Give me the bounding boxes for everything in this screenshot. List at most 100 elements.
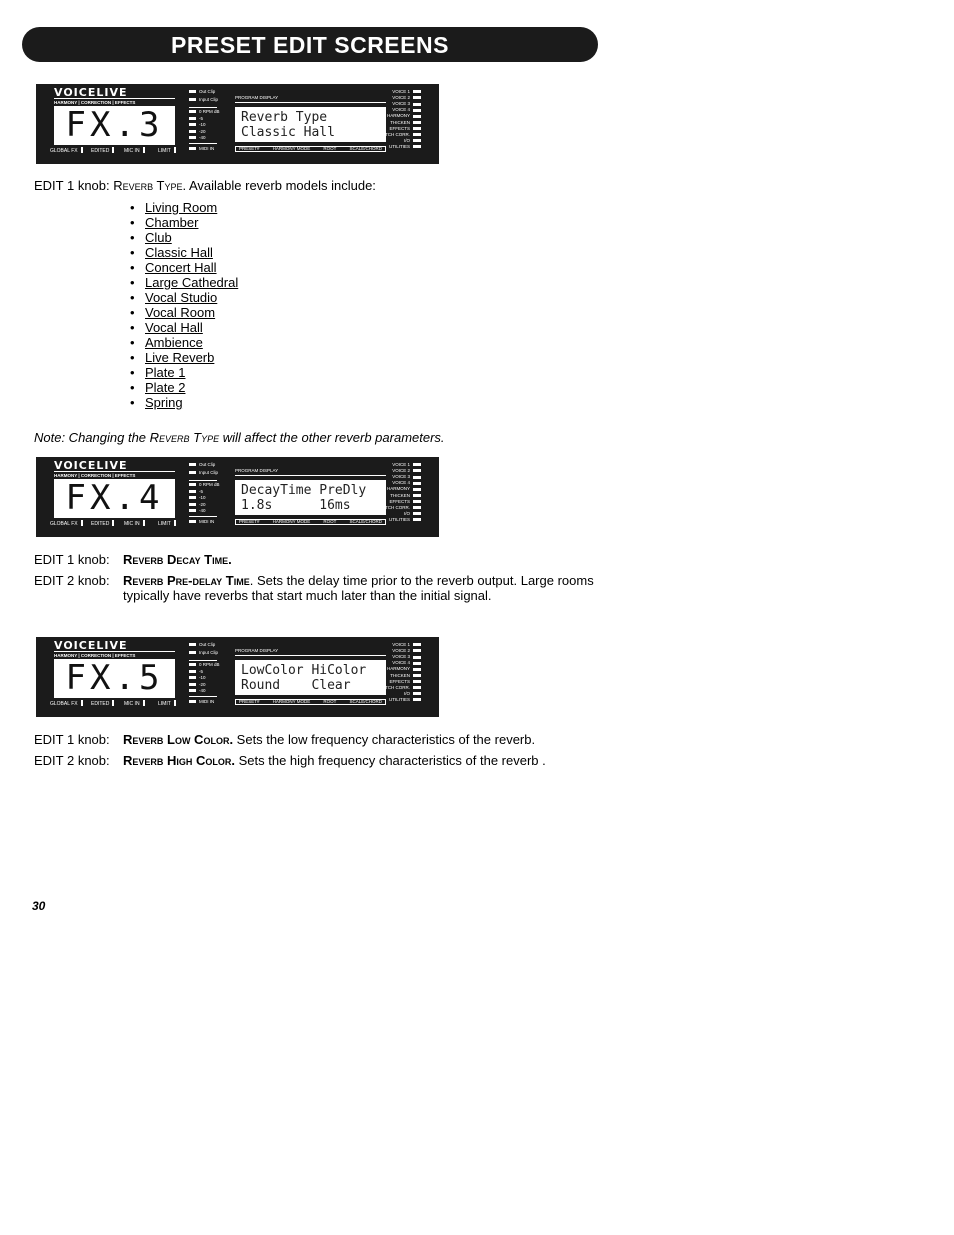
led: [189, 463, 196, 467]
lcd-display: Reverb Type Classic Hall: [235, 107, 386, 142]
reverb-model-name: Spring: [145, 395, 183, 410]
program-bar: PRESET# HARMONY MODE ROOT SCALE/CHORD: [235, 519, 386, 525]
led: [189, 676, 196, 680]
mode-label: EFFECTS: [389, 125, 410, 131]
reverb-model-item: • Chamber: [130, 215, 238, 230]
led: [189, 129, 196, 133]
meter-led: -10: [189, 122, 206, 127]
led: [413, 643, 421, 647]
led: [413, 692, 421, 696]
program-bar-label: HARMONY MODE: [272, 519, 311, 524]
lcd-line-2: Round Clear: [241, 678, 351, 693]
edit1-label: EDIT 1 knob:: [34, 732, 110, 747]
mode-label: VOICE 4: [392, 107, 410, 113]
reverb-model-name: Chamber: [145, 215, 199, 230]
reverb-model-name: Vocal Room: [145, 305, 216, 320]
indicator-led: [112, 520, 115, 526]
led: [189, 682, 196, 686]
mode-label: VOICE 1: [392, 642, 410, 647]
led: [413, 487, 421, 491]
led: [413, 686, 421, 689]
divider: [189, 143, 217, 144]
mode-label: THICKEN: [390, 672, 410, 678]
program-bar-label: ROOT: [323, 146, 337, 151]
midi-indicator: MIDI IN: [189, 519, 214, 524]
mode-indicator: HARMONY: [387, 666, 421, 671]
indicator-label: GLOBAL FX: [50, 520, 83, 527]
program-bar: PRESET# HARMONY MODE ROOT SCALE/CHORD: [235, 699, 386, 705]
mode-indicator: HARMONY: [387, 113, 421, 118]
bullet: •: [130, 365, 135, 380]
led-label: -40: [199, 688, 206, 693]
mode-indicator: THICKEN: [390, 493, 421, 498]
segment-display: FX.3: [54, 106, 175, 145]
meter-led: -20: [189, 502, 206, 507]
led: [189, 520, 196, 524]
led: [413, 469, 421, 473]
divider: [235, 475, 386, 476]
clip-indicator: Out Clip: [189, 642, 215, 647]
divider: [189, 660, 217, 661]
led-label: 0 RPM dB: [199, 482, 220, 487]
lcd-display: DecayTime PreDly 1.8s 16ms: [235, 480, 386, 515]
led: [189, 509, 196, 513]
divider: [189, 696, 217, 697]
indicator-text: MIC IN: [124, 148, 140, 154]
mode-indicator: UTILITIES: [389, 517, 421, 522]
mode-label: HARMONY: [386, 666, 410, 672]
led-label: Input Clip: [199, 650, 219, 655]
reverb-model-item: • Vocal Room: [130, 305, 238, 320]
bullet: •: [130, 305, 135, 320]
indicator-label: EDITED: [91, 147, 115, 154]
program-bar-label: PRESET#: [239, 146, 260, 151]
program-bar-label: PRESET#: [239, 699, 260, 704]
reverb-model-item: • Live Reverb: [130, 350, 238, 365]
program-display-label: PROGRAM DISPLAY: [235, 95, 279, 100]
mode-label: VOICE 2: [392, 95, 410, 101]
edit2-label: EDIT 2 knob:: [34, 573, 110, 588]
mode-indicator: UTILITIES: [389, 144, 421, 149]
led-label: -5: [199, 488, 204, 494]
indicator-label: EDITED: [91, 700, 115, 707]
reverb-model-name: Plate 2: [145, 380, 186, 395]
indicator-led: [173, 520, 176, 526]
mode-indicator: VOICE 1: [392, 642, 421, 647]
lcd-display: LowColor HiColor Round Clear: [235, 660, 386, 695]
divider: [235, 102, 386, 103]
bullet: •: [130, 260, 135, 275]
indicator-label: GLOBAL FX: [50, 700, 83, 707]
mode-label: VOICE 4: [392, 660, 410, 666]
edit2-label: EDIT 2 knob:: [34, 753, 110, 768]
mode-label: HARMONY: [386, 486, 410, 492]
divider: [235, 655, 386, 656]
led: [413, 120, 421, 124]
device-display-fx5: VOICELIVE HARMONY | CORRECTION | EFFECTS F…: [36, 637, 439, 717]
led-label: MIDI IN: [199, 519, 215, 524]
reverb-model-item: • Classic Hall: [130, 245, 238, 260]
mode-indicator: PITCH CORR.: [381, 505, 421, 510]
led: [413, 481, 421, 485]
indicator-led: [173, 700, 176, 706]
reverb-model-item: • Plate 2: [130, 380, 238, 395]
meter-led: -5: [189, 669, 203, 674]
led-label: -10: [199, 122, 206, 127]
reverb-model-item: • Plate 1: [130, 365, 238, 380]
led: [189, 663, 196, 667]
meter-led: 0 RPM dB: [189, 109, 220, 114]
note-text: Note: Changing the: [34, 430, 150, 445]
mode-label: VOICE 1: [392, 89, 410, 94]
param-name: Reverb Type: [113, 178, 183, 193]
mode-label: VOICE 3: [392, 474, 410, 480]
led: [189, 98, 196, 102]
bullet: •: [130, 395, 135, 410]
mode-label: VOICE 1: [392, 462, 410, 467]
indicator-led: [80, 700, 83, 706]
program-display-label: PROGRAM DISPLAY: [235, 648, 279, 653]
led: [189, 700, 196, 704]
mode-indicator: VOICE 4: [392, 480, 421, 485]
description-text: typically have reverbs that start much l…: [123, 588, 492, 603]
led: [413, 649, 421, 653]
bullet: •: [130, 200, 135, 215]
indicator-led: [112, 700, 115, 706]
led: [413, 463, 421, 467]
